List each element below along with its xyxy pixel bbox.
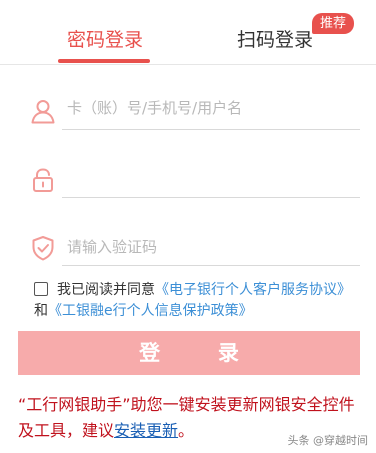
login-button[interactable]: 登 录	[18, 331, 360, 375]
lock-icon	[30, 167, 56, 193]
install-update-link[interactable]: 安装更新	[114, 421, 178, 440]
password-input[interactable]	[67, 163, 355, 193]
agreement: 我已阅读并同意《电子银行个人客户服务协议》和《工银融e行个人信息保护政策》	[34, 280, 364, 322]
agreement-prefix: 我已阅读并同意	[57, 282, 155, 298]
login-tabs: 密码登录 扫码登录 推荐	[0, 0, 376, 65]
agree-checkbox[interactable]	[34, 282, 48, 296]
shield-check-icon	[30, 235, 56, 261]
recommend-badge: 推荐	[312, 13, 354, 34]
promo-suffix: 。	[178, 421, 195, 440]
captcha-underline	[62, 265, 360, 266]
password-underline	[62, 197, 360, 198]
agreement-and: 和	[34, 303, 48, 319]
tab-password-login[interactable]: 密码登录	[67, 26, 143, 54]
active-tab-indicator	[58, 59, 150, 63]
tab-scan-login[interactable]: 扫码登录	[237, 26, 313, 54]
captcha-input[interactable]	[67, 232, 355, 262]
account-underline	[62, 129, 360, 130]
service-agreement-link[interactable]: 《电子银行个人客户服务协议》	[155, 282, 351, 298]
account-input[interactable]	[67, 93, 355, 123]
watermark: 头条 @穿越时间	[287, 434, 369, 447]
privacy-policy-link[interactable]: 《工银融e行个人信息保护政策》	[48, 303, 253, 319]
user-icon	[30, 98, 56, 124]
